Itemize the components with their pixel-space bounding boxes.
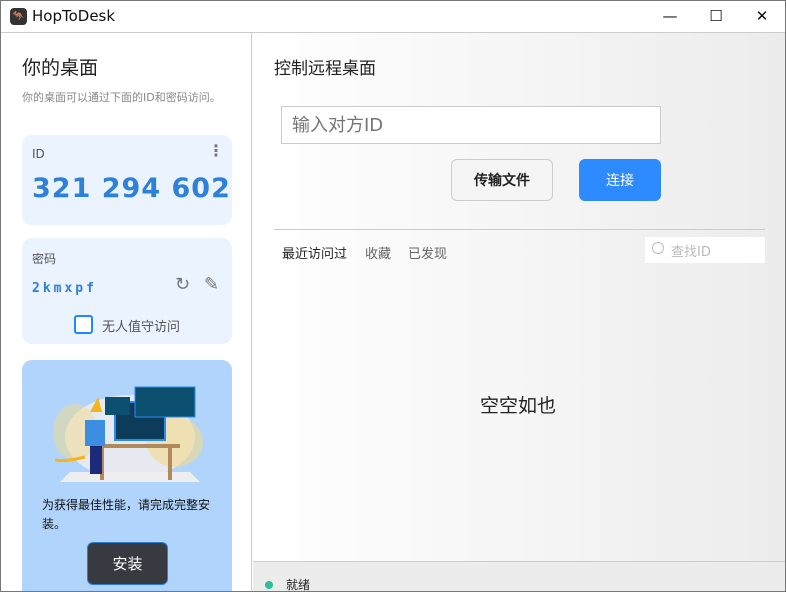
unattended-access-label: 无人值守访问 [102,320,181,335]
status-text: 就绪 [286,578,311,592]
title-bar: 🦘 HopToDesk — ☐ ✕ [1,1,785,33]
empty-list-text: 空空如也 [479,395,556,417]
tab-recent[interactable]: 最近访问过 [282,243,348,262]
left-panel: 你的桌面 你的桌面可以通过下面的ID和密码访问。 ID ⋮ 321 294 60… [1,33,252,591]
kangaroo-logo-icon: 🦘 [10,8,27,25]
remote-id-input[interactable] [281,106,661,144]
install-button[interactable]: 安装 [87,542,168,585]
password-card: 密码 2kmxpf ↻ ✎ 无人值守访问 [22,238,232,344]
your-desktop-heading: 你的桌面 [22,57,99,79]
app-window: 🦘 HopToDesk — ☐ ✕ 你的桌面 你的桌面可以通过下面的ID和密码访… [0,0,786,592]
install-prompt-text: 为获得最佳性能，请完成完整安装。 [42,498,211,531]
status-dot-icon [265,581,273,589]
remote-control-heading: 控制远程桌面 [274,59,376,79]
more-vertical-icon[interactable]: ⋮ [208,141,224,160]
unattended-access-checkbox[interactable] [74,315,93,334]
app-title: HopToDesk [32,7,116,25]
search-icon [652,242,664,254]
edit-pencil-icon[interactable]: ✎ [204,274,219,295]
tab-favorites[interactable]: 收藏 [365,243,391,262]
id-label: ID [32,147,45,161]
maximize-button[interactable]: ☐ [693,1,739,31]
close-button[interactable]: ✕ [739,1,785,31]
password-label: 密码 [32,252,57,266]
install-card: 为获得最佳性能，请完成完整安装。 安装 [22,360,232,591]
status-bar: 就绪 [253,561,785,592]
minimize-button[interactable]: — [647,1,693,31]
refresh-icon[interactable]: ↻ [175,274,190,295]
right-panel: 控制远程桌面 传输文件 连接 最近访问过 收藏 已发现 查找ID 空空如也 [253,33,785,561]
search-placeholder: 查找ID [671,245,711,260]
id-card: ID ⋮ 321 294 602 [22,135,232,225]
kangaroo-at-desk-illustration [53,386,203,482]
your-desktop-subtitle: 你的桌面可以通过下面的ID和密码访问。 [22,91,221,104]
tab-discovered[interactable]: 已发现 [408,243,447,262]
transfer-file-button[interactable]: 传输文件 [451,159,553,201]
divider [274,229,765,230]
id-value: 321 294 602 [32,173,231,204]
password-value: 2kmxpf [32,281,97,296]
connect-button[interactable]: 连接 [579,159,661,201]
search-id-input[interactable]: 查找ID [645,237,765,263]
